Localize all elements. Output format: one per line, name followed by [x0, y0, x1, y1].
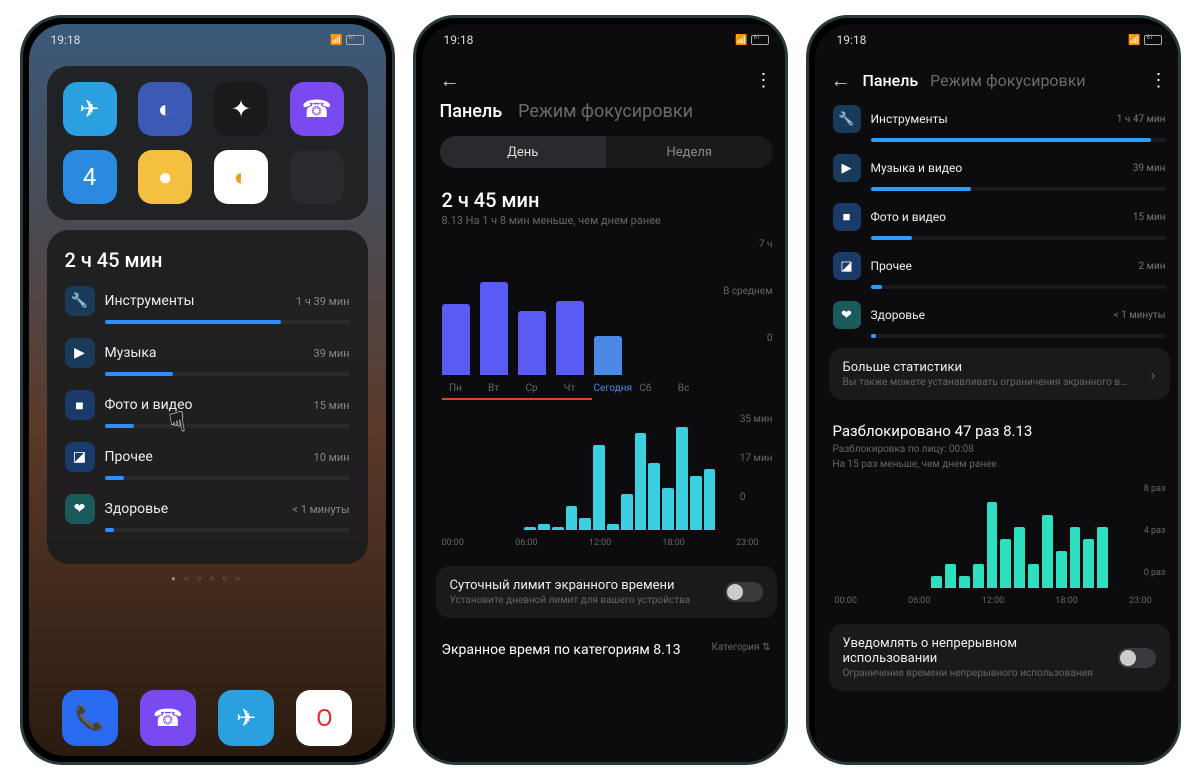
status-bar: 19:18 📶 — [29, 24, 386, 56]
tab-panel[interactable]: Панель — [863, 71, 919, 90]
category-icon: ▶ — [65, 338, 95, 368]
category-icon: ▶ — [833, 154, 861, 182]
tab-focus[interactable]: Режим фокусировки — [518, 101, 693, 122]
daily-limit-toggle[interactable] — [725, 582, 763, 602]
category-icon: ◪ — [65, 442, 95, 472]
app-browser-icon[interactable]: ◐ — [138, 82, 192, 136]
usage-row[interactable]: ■ Фото и видео 15 мин — [65, 390, 350, 420]
category-row[interactable]: ◪ Прочее 2 мин — [815, 250, 1181, 282]
status-bar: 19:18 📶 — [422, 24, 788, 56]
tab-panel[interactable]: Панель — [440, 101, 503, 122]
red-underline — [442, 398, 592, 400]
phone-panel: 19:18 📶 ← ⋮ Панель Режим фокусировки Ден… — [413, 15, 788, 765]
segmented-control: День Неделя — [440, 136, 773, 168]
category-row[interactable]: ▶ Музыка и видео 39 мин — [815, 152, 1181, 184]
notify-toggle[interactable] — [1118, 648, 1156, 668]
dock-opera-icon[interactable]: O — [296, 690, 352, 746]
status-time: 19:18 — [51, 33, 81, 47]
unlock-chart[interactable]: 8 раз4 раз0 раз — [815, 472, 1181, 592]
seg-day[interactable]: День — [440, 136, 607, 168]
app-telegram-icon[interactable]: ✈ — [63, 82, 117, 136]
daily-limit-row[interactable]: Суточный лимит экранного времени Установ… — [436, 566, 777, 618]
status-bar: 19:18 📶 — [815, 24, 1181, 56]
usage-widget[interactable]: 2 ч 45 мин 🔧 Инструменты 1 ч 39 мин ▶ Му… — [47, 230, 368, 564]
phone-categories: 19:18 📶 ← Панель Режим фокусировки ⋮ 🔧 И… — [806, 15, 1181, 765]
phone-home: 19:18 📶 ✈ ◐ ✦ ☎ 4 ● ◐ 2 ч 45 мин 🔧 — [20, 15, 395, 765]
app-sparkle-icon[interactable]: ✦ — [214, 82, 268, 136]
unlock-title: Разблокировано 47 раз 8.13 — [815, 406, 1181, 442]
category-icon: ◪ — [833, 252, 861, 280]
category-row[interactable]: ❤ Здоровье < 1 минуты — [815, 299, 1181, 331]
hourly-x-labels: 00:0006:0012:0018:0023:00 — [422, 534, 788, 560]
dock-phone-icon[interactable]: 📞 — [62, 690, 118, 746]
category-icon: ❤ — [833, 301, 861, 329]
seg-week[interactable]: Неделя — [606, 136, 773, 168]
more-button[interactable]: ⋮ — [1150, 70, 1168, 91]
app-viber-icon[interactable]: ☎ — [290, 82, 344, 136]
usage-row[interactable]: ❤ Здоровье < 1 минуты — [65, 494, 350, 524]
section-categories: Экранное время по категориям 8.13 Катего… — [422, 624, 788, 660]
usage-row[interactable]: 🔧 Инструменты 1 ч 39 мин — [65, 286, 350, 316]
usage-row[interactable]: ◪ Прочее 10 мин — [65, 442, 350, 472]
category-icon: ■ — [833, 203, 861, 231]
total-time: 2 ч 45 мин — [422, 182, 788, 214]
unlock-x-labels: 00:0006:0012:0018:0023:00 — [815, 592, 1181, 618]
hourly-chart[interactable]: 35 мин17 мин0 — [422, 414, 788, 534]
category-icon: ■ — [65, 390, 95, 420]
tab-focus[interactable]: Режим фокусировки — [930, 71, 1085, 90]
category-icon: 🔧 — [833, 105, 861, 133]
more-stats-row[interactable]: Больше статистики Вы также можете устана… — [829, 348, 1170, 400]
notify-row[interactable]: Уведомлять о непрерывном использовании О… — [829, 624, 1170, 691]
app-subfolder[interactable] — [290, 150, 344, 204]
more-button[interactable]: ⋮ — [755, 70, 773, 91]
app-weather-icon[interactable]: ● — [138, 150, 192, 204]
usage-row[interactable]: ▶ Музыка 39 мин — [65, 338, 350, 368]
chevron-right-icon: › — [1151, 365, 1156, 384]
dock-viber-icon[interactable]: ☎ — [140, 690, 196, 746]
dock: 📞 ☎ ✈ O — [29, 690, 386, 746]
app-ymusic-icon[interactable]: ◐ — [214, 150, 268, 204]
usage-total: 2 ч 45 мин — [65, 248, 350, 272]
category-row[interactable]: ■ Фото и видео 15 мин — [815, 201, 1181, 233]
weekly-x-labels: ПнВтСрЧтСегодняСбВс — [422, 379, 788, 396]
sub-time: 8.13 На 1 ч 8 мин меньше, чем днем ранее — [422, 214, 788, 239]
page-dots: ● ○ ○ ○ ○ ○ — [29, 574, 386, 583]
back-button[interactable]: ← — [831, 68, 851, 93]
category-icon: ❤ — [65, 494, 95, 524]
app-folder[interactable]: ✈ ◐ ✦ ☎ 4 ● ◐ — [47, 66, 368, 220]
dock-telegram-icon[interactable]: ✈ — [218, 690, 274, 746]
app-a4-icon[interactable]: 4 — [63, 150, 117, 204]
category-icon: 🔧 — [65, 286, 95, 316]
weekly-chart[interactable]: 7 чВ среднем0 — [422, 239, 788, 379]
category-row[interactable]: 🔧 Инструменты 1 ч 47 мин — [815, 103, 1181, 135]
back-button[interactable]: ← — [440, 68, 460, 93]
